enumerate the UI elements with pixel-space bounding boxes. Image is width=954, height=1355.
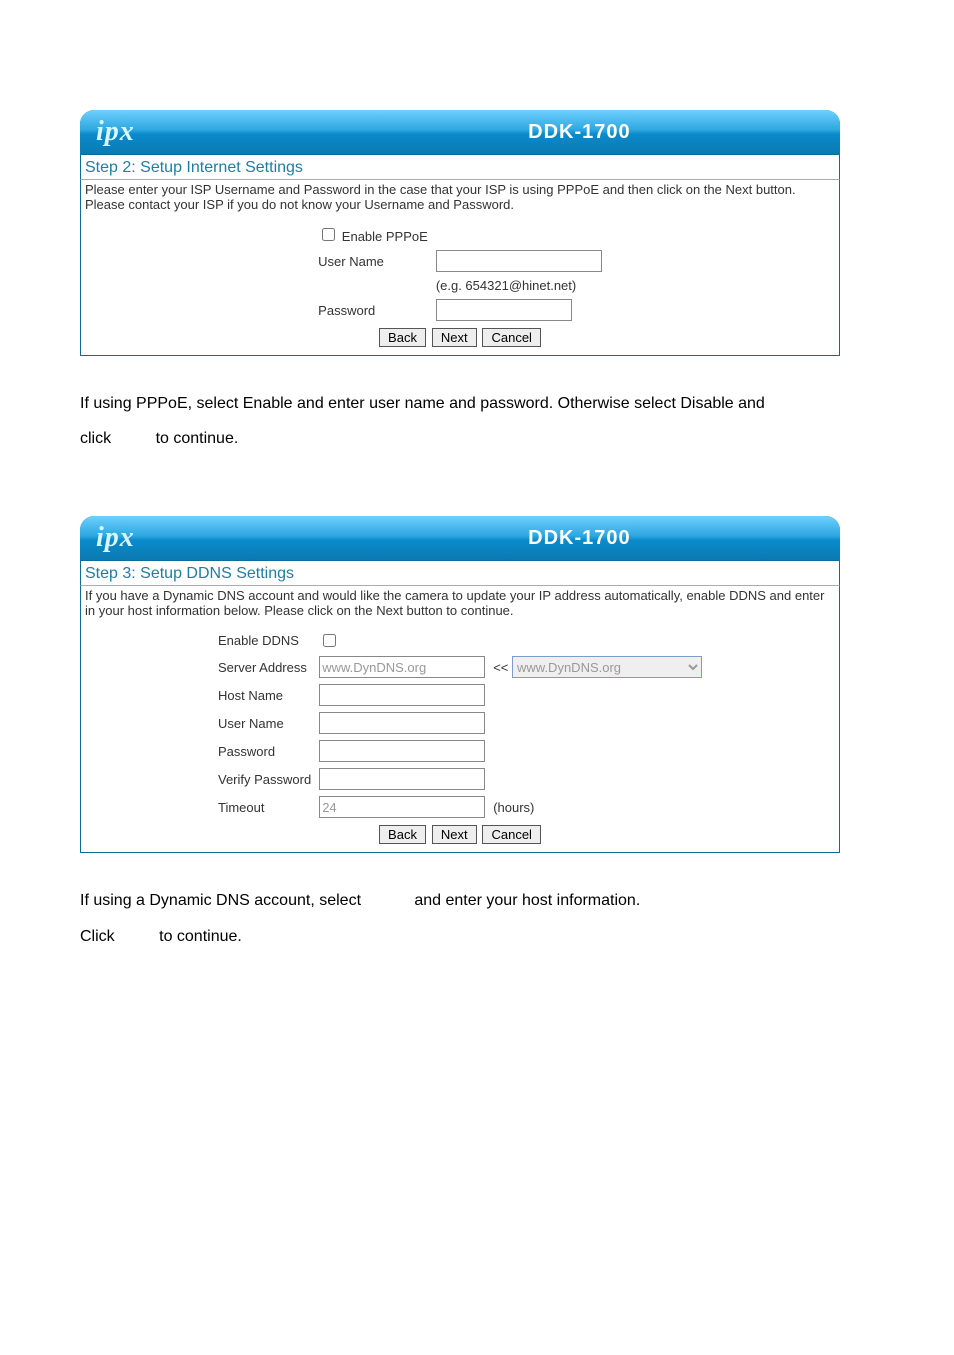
step-description: Please enter your ISP Username and Passw… <box>80 179 840 218</box>
model-title: DDK-1700 <box>335 121 824 144</box>
instruction-text-1: If using PPPoE, select Enable and enter … <box>80 386 874 456</box>
username-hint: (e.g. 654321@hinet.net) <box>432 275 606 296</box>
server-address-input[interactable] <box>319 656 485 678</box>
verify-password-label: Verify Password <box>214 765 315 793</box>
button-row: Back Next Cancel <box>81 324 839 347</box>
panel-header: ipx DDK-1700 <box>80 516 840 561</box>
panel-step3: ipx DDK-1700 Step 3: Setup DDNS Settings… <box>80 516 840 853</box>
cancel-button[interactable]: Cancel <box>482 328 540 347</box>
back-button[interactable]: Back <box>379 328 426 347</box>
back-button[interactable]: Back <box>379 825 426 844</box>
enable-pppoe-checkbox[interactable] <box>322 228 335 241</box>
server-address-label: Server Address <box>214 653 315 681</box>
password-label: Password <box>214 737 315 765</box>
instruction-text-2: If using a Dynamic DNS account, select a… <box>80 883 874 953</box>
username-label: User Name <box>214 709 315 737</box>
timeout-unit: (hours) <box>489 793 706 821</box>
step-title: Step 2: Setup Internet Settings <box>80 155 840 179</box>
enable-ddns-label: Enable DDNS <box>214 628 315 653</box>
button-row: Back Next Cancel <box>81 821 839 844</box>
enable-ddns-checkbox[interactable] <box>323 634 336 647</box>
timeout-input[interactable] <box>319 796 485 818</box>
form-body: Enable DDNS Server Address << www.DynDNS… <box>80 624 840 853</box>
password-label: Password <box>314 296 432 324</box>
password-input[interactable] <box>436 299 572 321</box>
next-button[interactable]: Next <box>432 328 477 347</box>
step-description: If you have a Dynamic DNS account and wo… <box>80 585 840 624</box>
hostname-input[interactable] <box>319 684 485 706</box>
server-address-select[interactable]: www.DynDNS.org <box>512 656 702 678</box>
form-body: Enable PPPoE User Name (e.g. 654321@hine… <box>80 218 840 356</box>
verify-password-input[interactable] <box>319 768 485 790</box>
brand-logo: ipx <box>96 116 135 148</box>
hostname-label: Host Name <box>214 681 315 709</box>
username-label: User Name <box>314 247 432 275</box>
document-page: ipx DDK-1700 Step 2: Setup Internet Sett… <box>0 0 954 954</box>
ddns-password-input[interactable] <box>319 740 485 762</box>
username-input[interactable] <box>436 250 602 272</box>
enable-pppoe-label: Enable PPPoE <box>342 229 428 244</box>
panel-step2: ipx DDK-1700 Step 2: Setup Internet Sett… <box>80 110 840 356</box>
brand-logo: ipx <box>96 522 135 554</box>
step-title: Step 3: Setup DDNS Settings <box>80 561 840 585</box>
cancel-button[interactable]: Cancel <box>482 825 540 844</box>
model-title: DDK-1700 <box>335 527 824 550</box>
next-button[interactable]: Next <box>432 825 477 844</box>
ddns-username-input[interactable] <box>319 712 485 734</box>
panel-header: ipx DDK-1700 <box>80 110 840 155</box>
copy-arrow: << <box>493 660 508 675</box>
timeout-label: Timeout <box>214 793 315 821</box>
